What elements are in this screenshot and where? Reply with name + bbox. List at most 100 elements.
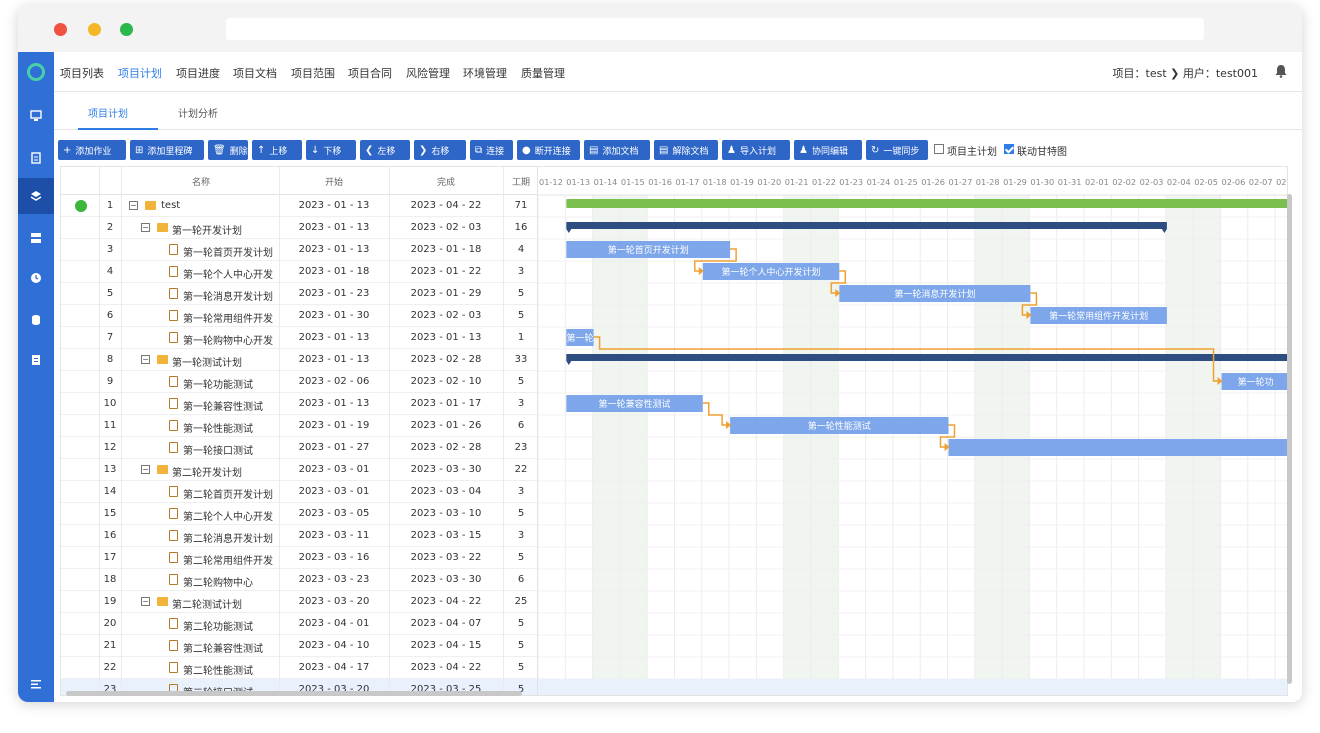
toolbar-button-8[interactable]: ⧉ 连接: [470, 140, 513, 160]
toolbar-button-11[interactable]: ▤ 解除文档: [654, 140, 718, 160]
tab-plan-analysis[interactable]: 计划分析: [178, 105, 218, 120]
table-row[interactable]: 5 第一轮消息开发计划 2023 - 01 - 23 2023 - 01 - 29 5: [61, 283, 537, 305]
cell-start: 2023 - 03 - 11: [298, 530, 370, 541]
nav-item-project-scope[interactable]: 项目范围: [291, 65, 335, 81]
task-name: 第一轮个人中心开发: [183, 270, 273, 281]
toolbar-button-1[interactable]: + 添加作业: [58, 140, 126, 160]
table-row[interactable]: 19 − 第二轮测试计划 2023 - 03 - 20 2023 - 04 - 22 25: [61, 591, 537, 613]
bell-icon[interactable]: [1274, 64, 1288, 78]
cell-start: 2023 - 03 - 05: [298, 508, 370, 519]
toolbar-button-9[interactable]: ● 断开连接: [517, 140, 580, 160]
row-number: 14: [103, 486, 117, 497]
toolbar-button-label: 导入计划: [739, 146, 776, 157]
collapse-toggle-icon[interactable]: −: [141, 355, 150, 364]
table-row[interactable]: 4 第一轮个人中心开发 2023 - 01 - 18 2023 - 01 - 22 3: [61, 261, 537, 283]
table-row[interactable]: 15 第二轮个人中心开发 2023 - 03 - 05 2023 - 03 - 10 5: [61, 503, 537, 525]
app-logo-icon: [27, 63, 45, 81]
table-row[interactable]: 3 第一轮首页开发计划 2023 - 01 - 13 2023 - 01 - 18 4: [61, 239, 537, 261]
toolbar-button-10[interactable]: ▤ 添加文档: [584, 140, 650, 160]
table-row[interactable]: 18 第二轮购物中心 2023 - 03 - 23 2023 - 03 - 30 6: [61, 569, 537, 591]
collapse-toggle-icon[interactable]: −: [141, 465, 150, 474]
task-name: 第一轮常用组件开发: [183, 314, 273, 325]
cell-start: 2023 - 03 - 23: [298, 574, 370, 585]
row-number: 19: [103, 596, 117, 607]
gantt-vertical-scrollbar[interactable]: [1287, 194, 1292, 684]
column-header-start[interactable]: 开始: [279, 175, 389, 188]
nav-item-quality[interactable]: 质量管理: [521, 65, 565, 81]
monitor-icon[interactable]: [18, 98, 54, 134]
column-header-duration[interactable]: 工期: [503, 175, 537, 188]
nav-item-project-progress[interactable]: 项目进度: [176, 65, 220, 81]
toolbar-button-2[interactable]: ⊞ 添加里程碑: [130, 140, 204, 160]
table-row[interactable]: 7 第一轮购物中心开发 2023 - 01 - 13 2023 - 01 - 13 1: [61, 327, 537, 349]
collapse-toggle-icon[interactable]: −: [141, 597, 150, 606]
nav-item-project-plan[interactable]: 项目计划: [118, 65, 162, 81]
task-icon: [169, 530, 178, 541]
row-number: 10: [103, 398, 117, 409]
table-row[interactable]: 9 第一轮功能测试 2023 - 02 - 06 2023 - 02 - 10 5: [61, 371, 537, 393]
column-header-name[interactable]: 名称: [121, 175, 281, 188]
server-icon[interactable]: [18, 220, 54, 256]
nav-item-risk[interactable]: 风险管理: [406, 65, 450, 81]
toolbar-button-12[interactable]: ♟ 导入计划: [722, 140, 790, 160]
task-name: 第二轮购物中心: [183, 578, 253, 589]
cell-dur: 5: [517, 552, 525, 563]
table-row[interactable]: 1 − test 2023 - 01 - 13 2023 - 04 - 22 71: [61, 195, 537, 217]
table-row[interactable]: 11 第一轮性能测试 2023 - 01 - 19 2023 - 01 - 26 6: [61, 415, 537, 437]
nav-item-project-contract[interactable]: 项目合同: [348, 65, 392, 81]
nav-item-environment[interactable]: 环境管理: [463, 65, 507, 81]
table-row[interactable]: 20 第二轮功能测试 2023 - 04 - 01 2023 - 04 - 07 5: [61, 613, 537, 635]
date-tick-label: 02-03: [1140, 177, 1164, 187]
toolbar-button-6[interactable]: ❮ 左移: [360, 140, 410, 160]
table-row[interactable]: 17 第二轮常用组件开发 2023 - 03 - 16 2023 - 03 - 22 5: [61, 547, 537, 569]
toolbar-button-3[interactable]: 🗑 删除: [208, 140, 248, 160]
toolbar-button-13[interactable]: ♟ 协同编辑: [794, 140, 862, 160]
toolbar-button-icon: ♟: [727, 144, 736, 156]
gantt-canvas[interactable]: 01-12 01-13 01-14 01-15 01-16 01-17 01-18 01-19…: [538, 167, 1288, 696]
table-row[interactable]: 6 第一轮常用组件开发 2023 - 01 - 30 2023 - 02 - 03 5: [61, 305, 537, 327]
table-row[interactable]: 16 第二轮消息开发计划 2023 - 03 - 11 2023 - 03 - 15 3: [61, 525, 537, 547]
toolbar-button-7[interactable]: ❯ 右移: [414, 140, 466, 160]
table-row[interactable]: 2 − 第一轮开发计划 2023 - 01 - 13 2023 - 02 - 03 16: [61, 217, 537, 239]
layers-icon[interactable]: [18, 178, 54, 214]
maximize-window-button[interactable]: [120, 23, 133, 36]
toolbar-button-label: 添加作业: [75, 146, 112, 157]
table-row[interactable]: 13 − 第二轮开发计划 2023 - 03 - 01 2023 - 03 - 30 22: [61, 459, 537, 481]
grid-horizontal-scrollbar[interactable]: [66, 691, 522, 696]
cell-end: 2023 - 04 - 22: [410, 662, 482, 673]
nav-item-project-list[interactable]: 项目列表: [60, 65, 104, 81]
clock-icon[interactable]: [18, 260, 54, 296]
minimize-window-button[interactable]: [88, 23, 101, 36]
grid-header: 名称 开始 完成 工期: [61, 167, 537, 195]
gantt-task-label: 第一轮首页开发计划: [608, 244, 689, 256]
table-row[interactable]: 22 第二轮性能测试 2023 - 04 - 17 2023 - 04 - 22 5: [61, 657, 537, 679]
toolbar-button-4[interactable]: ↑ 上移: [252, 140, 302, 160]
toolbar-button-label: 协同编辑: [811, 146, 848, 157]
address-bar[interactable]: [226, 18, 1204, 40]
nav-item-project-docs[interactable]: 项目文档: [233, 65, 277, 81]
table-row[interactable]: 8 − 第一轮测试计划 2023 - 01 - 13 2023 - 02 - 28 33: [61, 349, 537, 371]
collapse-toggle-icon[interactable]: −: [141, 223, 150, 232]
toolbar-button-5[interactable]: ↓ 下移: [306, 140, 356, 160]
document-icon[interactable]: [18, 140, 54, 176]
table-row[interactable]: 10 第一轮兼容性测试 2023 - 01 - 13 2023 - 01 - 17 3: [61, 393, 537, 415]
close-window-button[interactable]: [54, 23, 67, 36]
table-row[interactable]: 14 第二轮首页开发计划 2023 - 03 - 01 2023 - 03 - 04 3: [61, 481, 537, 503]
checkbox-master-plan[interactable]: [934, 144, 944, 154]
database-icon[interactable]: [18, 302, 54, 338]
row-number: 2: [106, 222, 114, 233]
toolbar-button-14[interactable]: ↻ 一键同步: [866, 140, 928, 160]
collapse-toggle-icon[interactable]: −: [129, 201, 138, 210]
cell-end: 2023 - 01 - 17: [410, 398, 482, 409]
table-row[interactable]: 21 第二轮兼容性测试 2023 - 04 - 10 2023 - 04 - 15 5: [61, 635, 537, 657]
cell-start: 2023 - 04 - 10: [298, 640, 370, 651]
cell-dur: 1: [517, 332, 525, 343]
column-header-end[interactable]: 完成: [389, 175, 503, 188]
report-icon[interactable]: [18, 342, 54, 378]
table-row[interactable]: 12 第一轮接口测试 2023 - 01 - 27 2023 - 02 - 28 23: [61, 437, 537, 459]
app-window: 项目列表 项目计划 项目进度 项目文档 项目范围 项目合同 风险管理 环境管理 …: [18, 6, 1302, 702]
menu-collapse-icon[interactable]: [18, 666, 54, 702]
task-icon: [169, 662, 178, 673]
tab-project-plan[interactable]: 项目计划: [88, 105, 128, 120]
checkbox-linked-gantt[interactable]: [1004, 144, 1014, 154]
